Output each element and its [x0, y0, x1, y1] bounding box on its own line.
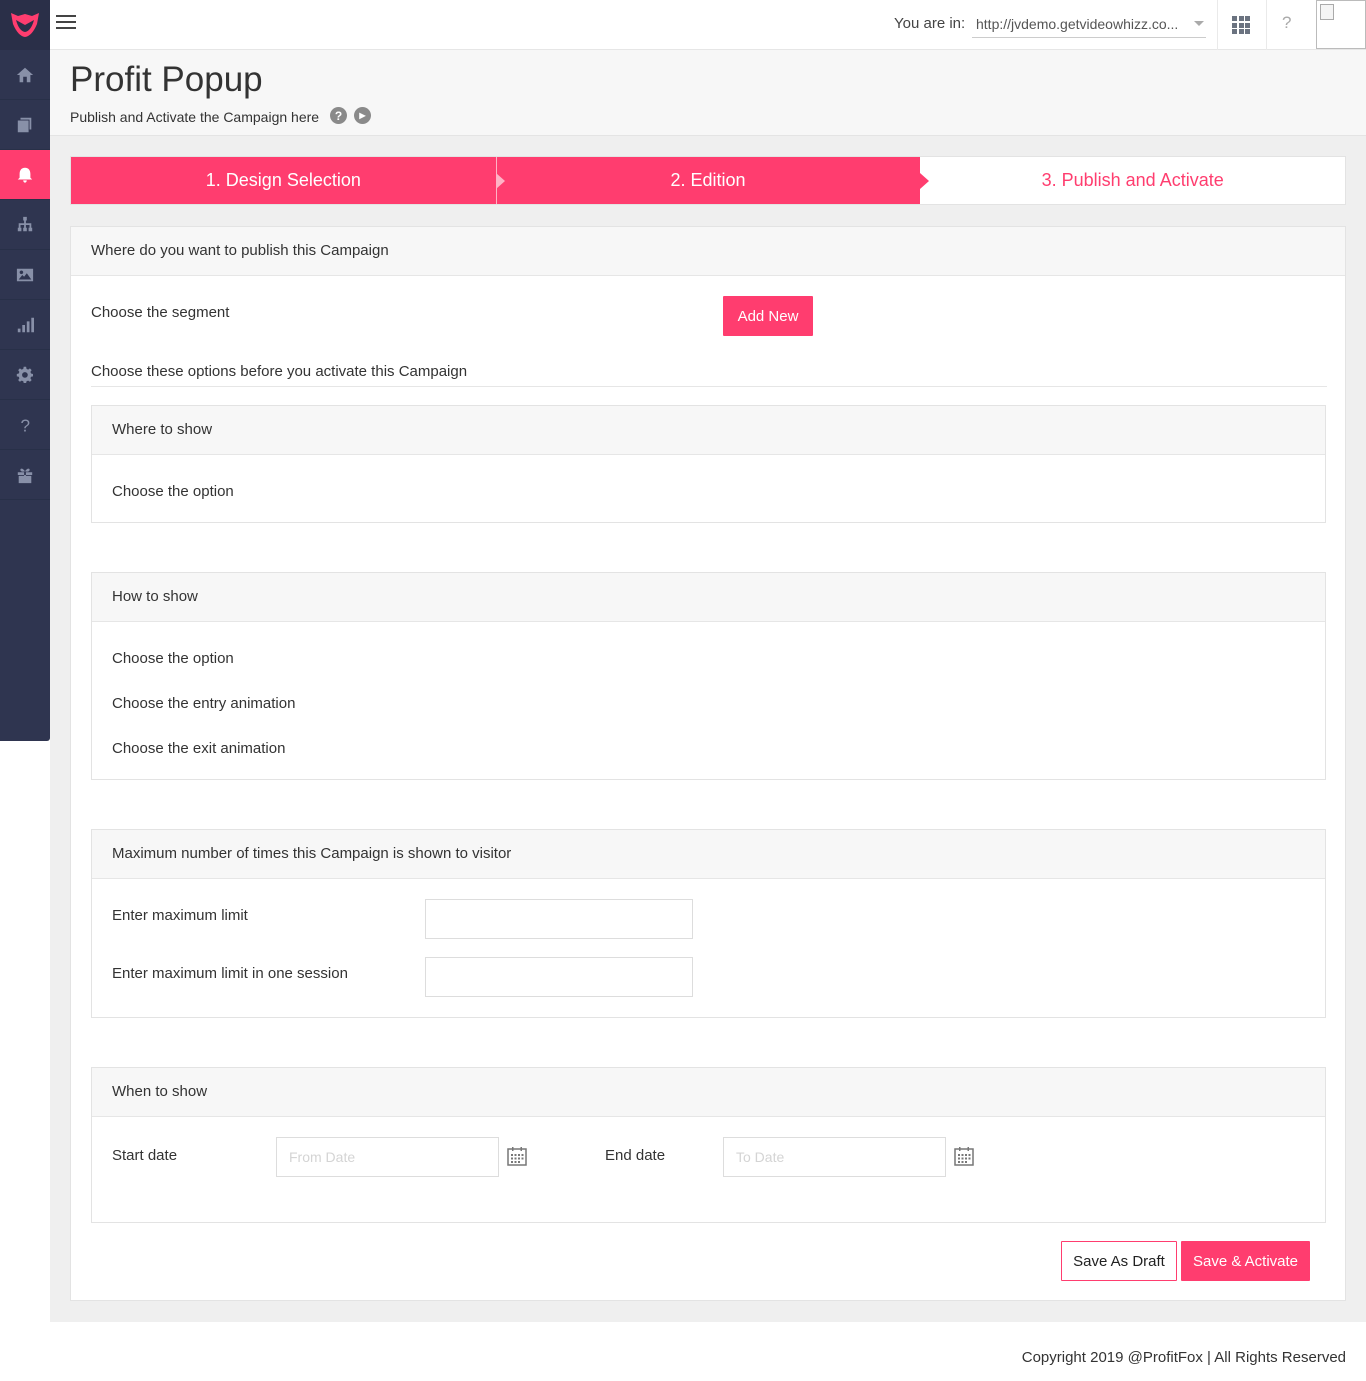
- start-date-label: Start date: [112, 1147, 178, 1164]
- how-to-show-panel: How to show Choose the option Choose the…: [91, 572, 1326, 780]
- page-subtitle: Publish and Activate the Campaign here: [70, 109, 320, 125]
- home-icon: [16, 67, 34, 82]
- gear-icon: [16, 366, 34, 383]
- step-design-selection[interactable]: 1. Design Selection: [71, 157, 505, 204]
- wizard-steps: 1. Design Selection 2. Edition 3. Publis…: [70, 156, 1346, 205]
- where-to-show-panel: Where to show Choose the option: [91, 405, 1326, 523]
- panel-title: When to show: [92, 1068, 1325, 1117]
- entry-animation-label: Choose the entry animation: [112, 695, 296, 712]
- step-arrow: [920, 173, 930, 189]
- play-circle-icon[interactable]: ▶: [354, 107, 371, 124]
- how-option-label: Choose the option: [112, 650, 234, 667]
- end-date-label: End date: [605, 1147, 666, 1164]
- bar-chart-icon: [17, 317, 34, 332]
- broken-image-icon: [1320, 4, 1334, 20]
- publish-card: Where do you want to publish this Campai…: [70, 226, 1346, 1301]
- profitfox-logo[interactable]: [0, 0, 50, 50]
- add-new-button[interactable]: Add New: [723, 296, 813, 336]
- when-to-show-panel: When to show Start date End date: [91, 1067, 1326, 1223]
- image-icon: [16, 268, 34, 281]
- question-icon: ?: [21, 416, 31, 434]
- sidebar-item-settings[interactable]: [0, 350, 50, 400]
- calendar-icon[interactable]: [954, 1146, 974, 1166]
- segment-label: Choose the segment: [91, 304, 230, 321]
- step-arrow-outline: [495, 173, 505, 189]
- session-limit-input[interactable]: [425, 957, 693, 997]
- step-edition[interactable]: 2. Edition: [495, 157, 930, 204]
- max-times-panel: Maximum number of times this Campaign is…: [91, 829, 1326, 1018]
- options-heading: Choose these options before you activate…: [91, 363, 468, 380]
- session-limit-label: Enter maximum limit in one session: [112, 965, 348, 982]
- sitemap-icon: [17, 216, 33, 231]
- avatar[interactable]: [1316, 0, 1366, 49]
- panel-title: How to show: [92, 573, 1325, 622]
- you-are-in-label: You are in:: [894, 15, 966, 32]
- sidebar-item-analytics[interactable]: [0, 300, 50, 350]
- card-heading: Where do you want to publish this Campai…: [71, 227, 1345, 276]
- step-label: 3. Publish and Activate: [1041, 170, 1224, 190]
- sidebar-item-pages[interactable]: [0, 100, 50, 150]
- top-header: You are in: http://jvdemo.getvideowhizz.…: [50, 0, 1366, 50]
- page-header: Profit Popup Publish and Activate the Ca…: [50, 50, 1366, 136]
- apps-grid-icon[interactable]: [1232, 16, 1250, 34]
- sidebar-item-sitemap[interactable]: [0, 200, 50, 250]
- menu-toggle-icon[interactable]: [56, 15, 76, 33]
- step-label: 1. Design Selection: [205, 170, 361, 190]
- divider: [495, 157, 497, 204]
- page-content: Profit Popup Publish and Activate the Ca…: [50, 50, 1366, 1322]
- help-button[interactable]: ?: [1282, 13, 1291, 33]
- sidebar-item-media[interactable]: [0, 250, 50, 300]
- divider: [91, 386, 1327, 387]
- help-circle-icon[interactable]: ?: [330, 107, 347, 124]
- calendar-icon[interactable]: [507, 1146, 527, 1166]
- max-limit-label: Enter maximum limit: [112, 907, 248, 924]
- chevron-down-icon: [1194, 21, 1204, 26]
- save-activate-button[interactable]: Save & Activate: [1181, 1241, 1310, 1281]
- page-title: Profit Popup: [70, 60, 263, 99]
- max-limit-input[interactable]: [425, 899, 693, 939]
- gift-icon: [17, 468, 33, 483]
- sidebar-item-rewards[interactable]: [0, 450, 50, 500]
- save-as-draft-button[interactable]: Save As Draft: [1061, 1241, 1177, 1281]
- exit-animation-label: Choose the exit animation: [112, 740, 286, 757]
- step-label: 2. Edition: [670, 170, 746, 190]
- sidebar-item-help[interactable]: ?: [0, 400, 50, 450]
- fox-logo-icon: [11, 13, 39, 37]
- sidebar-item-home[interactable]: [0, 50, 50, 100]
- start-date-input[interactable]: [276, 1137, 499, 1177]
- pages-icon: [17, 117, 32, 132]
- sidebar: ?: [0, 0, 50, 741]
- panel-title: Maximum number of times this Campaign is…: [92, 830, 1325, 879]
- site-selector-value: http://jvdemo.getvideowhizz.co...: [976, 16, 1179, 32]
- where-option-label: Choose the option: [112, 483, 234, 500]
- sidebar-item-campaigns[interactable]: [0, 150, 50, 200]
- step-publish-activate[interactable]: 3. Publish and Activate: [920, 157, 1346, 204]
- bell-icon: [17, 167, 33, 183]
- footer-copyright: Copyright 2019 @ProfitFox | All Rights R…: [1021, 1349, 1346, 1366]
- site-selector[interactable]: http://jvdemo.getvideowhizz.co...: [972, 8, 1206, 38]
- divider: [1217, 0, 1218, 50]
- end-date-input[interactable]: [723, 1137, 946, 1177]
- divider: [1266, 0, 1267, 50]
- svg-text:?: ?: [21, 416, 31, 434]
- panel-title: Where to show: [92, 406, 1325, 455]
